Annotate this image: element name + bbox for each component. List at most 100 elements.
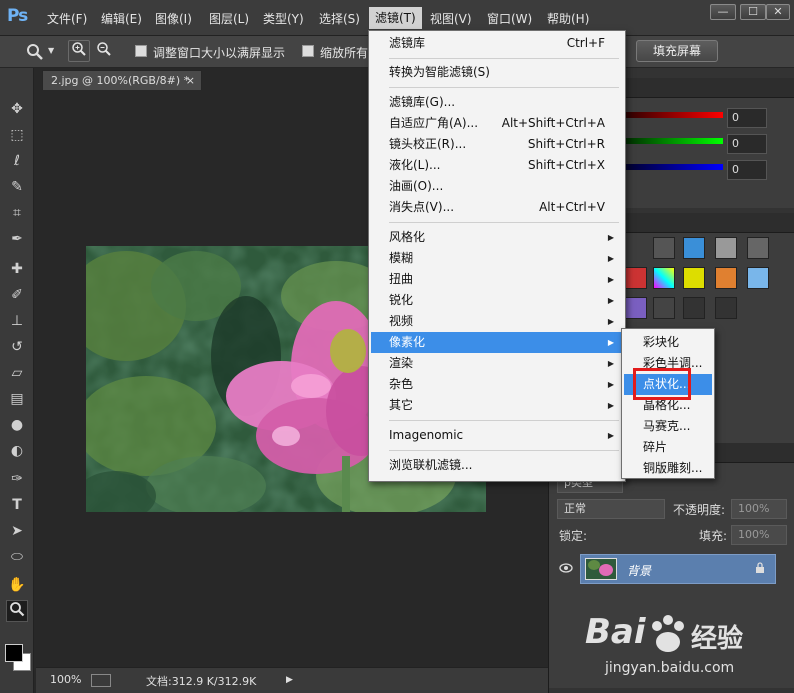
style-swatch[interactable] bbox=[625, 267, 647, 289]
menu-item-filter-gallery[interactable]: 滤镜库(G)... bbox=[371, 92, 623, 113]
submenu-item-fragment[interactable]: 碎片 bbox=[624, 437, 712, 458]
opacity-field[interactable]: 100% bbox=[731, 499, 787, 519]
blue-slider[interactable] bbox=[625, 164, 723, 170]
menu-item-convert-smart-filters[interactable]: 转换为智能滤镜(S) bbox=[371, 62, 623, 83]
menu-filter[interactable]: 滤镜(T) bbox=[369, 7, 422, 29]
layer-name[interactable]: 背景 bbox=[627, 562, 651, 579]
submenu-item-mosaic[interactable]: 马赛克... bbox=[624, 416, 712, 437]
document-tab[interactable]: 2.jpg @ 100%(RGB/8#) * × bbox=[42, 70, 202, 90]
menu-edit[interactable]: 编辑(E) bbox=[101, 10, 142, 27]
style-swatch[interactable] bbox=[625, 297, 647, 319]
healing-brush-tool-icon[interactable]: ✚ bbox=[6, 258, 28, 280]
menu-type[interactable]: 类型(Y) bbox=[263, 10, 304, 27]
style-swatch[interactable] bbox=[715, 237, 737, 259]
menu-item-vanishing-point[interactable]: 消失点(V)... Alt+Ctrl+V bbox=[371, 197, 623, 218]
ellipse-tool-icon[interactable]: ⬭ bbox=[6, 546, 28, 568]
layer-row-background[interactable]: 背景 bbox=[580, 554, 776, 584]
menu-item-render[interactable]: 渲染 ▶ bbox=[371, 353, 623, 374]
menu-layer[interactable]: 图层(L) bbox=[209, 10, 249, 27]
zoom-out-button[interactable] bbox=[93, 40, 115, 62]
annotation-highlight-box bbox=[633, 368, 691, 400]
submenu-arrow-icon: ▶ bbox=[607, 431, 614, 440]
brush-tool-icon[interactable]: ✐ bbox=[6, 284, 28, 306]
menu-item-blur[interactable]: 模糊 ▶ bbox=[371, 248, 623, 269]
submenu-arrow-icon: ▶ bbox=[607, 359, 614, 368]
menu-item-video[interactable]: 视频 ▶ bbox=[371, 311, 623, 332]
blur-tool-icon[interactable]: ● bbox=[6, 414, 28, 436]
menu-item-adaptive-wide-angle[interactable]: 自适应广角(A)... Alt+Shift+Ctrl+A bbox=[371, 113, 623, 134]
crop-tool-icon[interactable]: ⌗ bbox=[6, 202, 28, 224]
menu-item-browse-online-filters[interactable]: 浏览联机滤镜... bbox=[371, 455, 623, 476]
path-select-tool-icon[interactable]: ➤ bbox=[6, 520, 28, 542]
fill-screen-button[interactable]: 填充屏幕 bbox=[636, 40, 718, 62]
menu-select[interactable]: 选择(S) bbox=[319, 10, 360, 27]
zoom-tool-selected-icon[interactable] bbox=[6, 600, 28, 622]
style-swatch[interactable] bbox=[683, 237, 705, 259]
menu-item-imagenomic[interactable]: Imagenomic ▶ bbox=[371, 425, 623, 446]
clone-stamp-tool-icon[interactable]: ⊥ bbox=[6, 310, 28, 332]
quick-select-tool-icon[interactable]: ✎ bbox=[6, 176, 28, 198]
menu-file[interactable]: 文件(F) bbox=[47, 10, 87, 27]
foreground-color-swatch[interactable] bbox=[5, 644, 23, 662]
menu-item-other[interactable]: 其它 ▶ bbox=[371, 395, 623, 416]
eraser-tool-icon[interactable]: ▱ bbox=[6, 362, 28, 384]
style-swatch[interactable] bbox=[653, 237, 675, 259]
menu-item-oil-paint[interactable]: 油画(O)... bbox=[371, 176, 623, 197]
marquee-tool-icon[interactable]: ⬚ bbox=[6, 124, 28, 146]
history-brush-tool-icon[interactable]: ↺ bbox=[6, 336, 28, 358]
fill-field[interactable]: 100% bbox=[731, 525, 787, 545]
lock-icon bbox=[755, 562, 765, 577]
blend-mode-select[interactable]: 正常 bbox=[557, 499, 665, 519]
menu-window[interactable]: 窗口(W) bbox=[487, 10, 532, 27]
red-value[interactable]: 0 bbox=[727, 108, 767, 128]
zoom-tool-icon[interactable] bbox=[26, 43, 44, 65]
menu-image[interactable]: 图像(I) bbox=[155, 10, 192, 27]
menu-view[interactable]: 视图(V) bbox=[430, 10, 472, 27]
lasso-tool-icon[interactable]: ℓ bbox=[6, 150, 28, 172]
layer-thumbnail bbox=[585, 558, 617, 580]
menu-help[interactable]: 帮助(H) bbox=[547, 10, 589, 27]
maximize-button[interactable]: ☐ bbox=[740, 4, 766, 20]
style-swatch[interactable] bbox=[653, 267, 675, 289]
status-arrow-icon[interactable]: ▶ bbox=[286, 675, 293, 685]
menu-item-sharpen[interactable]: 锐化 ▶ bbox=[371, 290, 623, 311]
style-swatch[interactable] bbox=[715, 267, 737, 289]
menu-item-pixelate[interactable]: 像素化 ▶ bbox=[371, 332, 623, 353]
chevron-down-icon[interactable]: ▼ bbox=[48, 46, 54, 55]
menu-separator bbox=[389, 222, 619, 223]
menu-item-stylize[interactable]: 风格化 ▶ bbox=[371, 227, 623, 248]
menu-item-noise[interactable]: 杂色 ▶ bbox=[371, 374, 623, 395]
green-value[interactable]: 0 bbox=[727, 134, 767, 154]
style-swatch[interactable] bbox=[683, 267, 705, 289]
red-slider[interactable] bbox=[625, 112, 723, 118]
gradient-tool-icon[interactable]: ▤ bbox=[6, 388, 28, 410]
visibility-eye-icon[interactable] bbox=[559, 562, 573, 576]
style-swatch[interactable] bbox=[747, 237, 769, 259]
blue-value[interactable]: 0 bbox=[727, 160, 767, 180]
dodge-tool-icon[interactable]: ◐ bbox=[6, 440, 28, 462]
menu-item-liquify[interactable]: 液化(L)... Shift+Ctrl+X bbox=[371, 155, 623, 176]
style-swatch[interactable] bbox=[747, 267, 769, 289]
hand-tool-icon[interactable]: ✋ bbox=[6, 574, 28, 596]
menu-item-lens-correction[interactable]: 镜头校正(R)... Shift+Ctrl+R bbox=[371, 134, 623, 155]
close-button[interactable]: ✕ bbox=[766, 4, 790, 20]
submenu-arrow-icon: ▶ bbox=[607, 317, 614, 326]
menu-item-filter-gallery-last[interactable]: 滤镜库 Ctrl+F bbox=[371, 33, 623, 54]
type-tool-icon[interactable]: T bbox=[6, 494, 28, 516]
zoom-all-checkbox[interactable] bbox=[302, 45, 314, 57]
style-swatch[interactable] bbox=[683, 297, 705, 319]
close-tab-icon[interactable]: × bbox=[186, 71, 195, 90]
eyedropper-tool-icon[interactable]: ✒ bbox=[6, 228, 28, 250]
minimize-button[interactable]: — bbox=[710, 4, 736, 20]
style-swatch[interactable] bbox=[653, 297, 675, 319]
resize-windows-checkbox[interactable] bbox=[135, 45, 147, 57]
submenu-item-facet[interactable]: 彩块化 bbox=[624, 332, 712, 353]
green-slider[interactable] bbox=[625, 138, 723, 144]
style-swatch[interactable] bbox=[715, 297, 737, 319]
zoom-in-button[interactable] bbox=[68, 40, 90, 62]
move-tool-icon[interactable]: ✥ bbox=[6, 98, 28, 120]
pen-tool-icon[interactable]: ✑ bbox=[6, 468, 28, 490]
zoom-level[interactable]: 100% bbox=[50, 673, 81, 686]
menu-item-distort[interactable]: 扭曲 ▶ bbox=[371, 269, 623, 290]
submenu-item-mezzotint[interactable]: 铜版雕刻... bbox=[624, 458, 712, 479]
